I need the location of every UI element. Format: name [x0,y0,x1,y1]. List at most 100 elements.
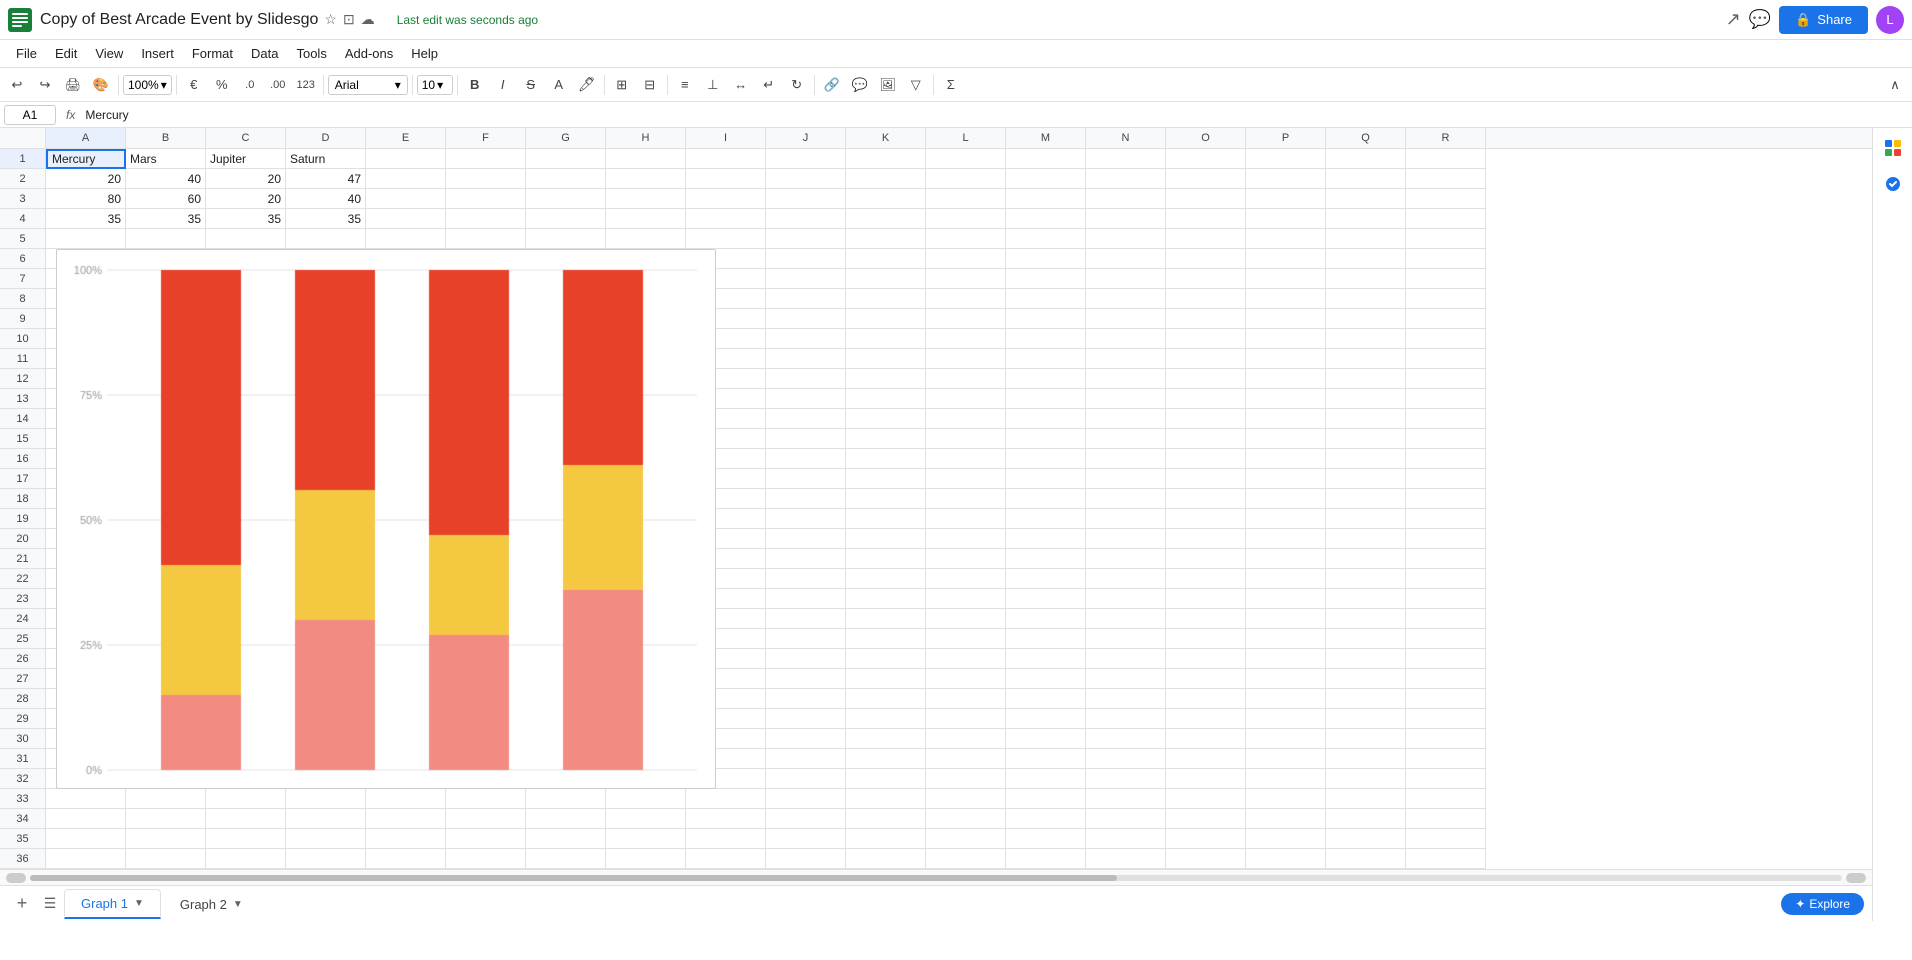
cell-P32[interactable] [1246,769,1326,789]
cell-P28[interactable] [1246,689,1326,709]
cell-R4[interactable] [1406,209,1486,229]
menu-data[interactable]: Data [243,44,286,63]
row-num-18[interactable]: 18 [0,489,45,509]
cell-K35[interactable] [846,829,926,849]
cell-L15[interactable] [926,429,1006,449]
cell-M23[interactable] [1006,589,1086,609]
cell-N8[interactable] [1086,289,1166,309]
cell-Q32[interactable] [1326,769,1406,789]
wrap-button[interactable]: ↵ [756,72,782,98]
cell-O20[interactable] [1166,529,1246,549]
cell-D35[interactable] [286,829,366,849]
cloud-icon[interactable]: ☁ [361,11,375,28]
cell-J34[interactable] [766,809,846,829]
cell-O1[interactable] [1166,149,1246,169]
cell-N5[interactable] [1086,229,1166,249]
cell-P24[interactable] [1246,609,1326,629]
cell-M19[interactable] [1006,509,1086,529]
cell-K16[interactable] [846,449,926,469]
cell-P12[interactable] [1246,369,1326,389]
cell-R13[interactable] [1406,389,1486,409]
font-size-dropdown[interactable]: 10 ▾ [417,75,453,95]
cell-P29[interactable] [1246,709,1326,729]
cell-A1[interactable]: Mercury [46,149,126,169]
cell-J21[interactable] [766,549,846,569]
cell-K1[interactable] [846,149,926,169]
row-num-1[interactable]: 1 [0,149,45,169]
col-header-O[interactable]: O [1166,128,1246,148]
cell-O6[interactable] [1166,249,1246,269]
cell-A3[interactable]: 80 [46,189,126,209]
cell-Q23[interactable] [1326,589,1406,609]
cell-Q29[interactable] [1326,709,1406,729]
cell-M34[interactable] [1006,809,1086,829]
cell-J10[interactable] [766,329,846,349]
cell-G1[interactable] [526,149,606,169]
row-num-7[interactable]: 7 [0,269,45,289]
cell-A34[interactable] [46,809,126,829]
cell-D1[interactable]: Saturn [286,149,366,169]
cell-I3[interactable] [686,189,766,209]
cell-N22[interactable] [1086,569,1166,589]
cell-K15[interactable] [846,429,926,449]
cell-K11[interactable] [846,349,926,369]
cell-A4[interactable]: 35 [46,209,126,229]
cell-J6[interactable] [766,249,846,269]
cell-E4[interactable] [366,209,446,229]
cell-L22[interactable] [926,569,1006,589]
cell-J2[interactable] [766,169,846,189]
cell-P10[interactable] [1246,329,1326,349]
cell-O11[interactable] [1166,349,1246,369]
bold-button[interactable]: B [462,72,488,98]
cell-N33[interactable] [1086,789,1166,809]
cell-D5[interactable] [286,229,366,249]
cell-Q1[interactable] [1326,149,1406,169]
row-num-29[interactable]: 29 [0,709,45,729]
cell-A2[interactable]: 20 [46,169,126,189]
cell-R26[interactable] [1406,649,1486,669]
cell-O26[interactable] [1166,649,1246,669]
row-num-10[interactable]: 10 [0,329,45,349]
cell-B4[interactable]: 35 [126,209,206,229]
cell-J35[interactable] [766,829,846,849]
more-formats-button[interactable]: 123 [293,72,319,98]
cell-L34[interactable] [926,809,1006,829]
decimal1-button[interactable]: .0 [237,72,263,98]
cell-N27[interactable] [1086,669,1166,689]
cell-I2[interactable] [686,169,766,189]
cell-C1[interactable]: Jupiter [206,149,286,169]
cell-E34[interactable] [366,809,446,829]
cell-H35[interactable] [606,829,686,849]
cell-H33[interactable] [606,789,686,809]
cell-K34[interactable] [846,809,926,829]
cell-L23[interactable] [926,589,1006,609]
cell-O7[interactable] [1166,269,1246,289]
cell-K7[interactable] [846,269,926,289]
cell-P8[interactable] [1246,289,1326,309]
cell-K19[interactable] [846,509,926,529]
cell-C3[interactable]: 20 [206,189,286,209]
col-header-E[interactable]: E [366,128,446,148]
cell-M15[interactable] [1006,429,1086,449]
cell-R3[interactable] [1406,189,1486,209]
cell-J14[interactable] [766,409,846,429]
cell-G35[interactable] [526,829,606,849]
cell-E36[interactable] [366,849,446,869]
row-num-11[interactable]: 11 [0,349,45,369]
cell-K29[interactable] [846,709,926,729]
cell-K23[interactable] [846,589,926,609]
cell-O25[interactable] [1166,629,1246,649]
cell-J29[interactable] [766,709,846,729]
cell-J24[interactable] [766,609,846,629]
cell-G2[interactable] [526,169,606,189]
cell-J1[interactable] [766,149,846,169]
cell-K18[interactable] [846,489,926,509]
formula-value[interactable]: Mercury [85,108,1908,122]
cell-N11[interactable] [1086,349,1166,369]
cell-P15[interactable] [1246,429,1326,449]
cell-D34[interactable] [286,809,366,829]
cell-N26[interactable] [1086,649,1166,669]
cell-M16[interactable] [1006,449,1086,469]
cell-O2[interactable] [1166,169,1246,189]
cell-K10[interactable] [846,329,926,349]
